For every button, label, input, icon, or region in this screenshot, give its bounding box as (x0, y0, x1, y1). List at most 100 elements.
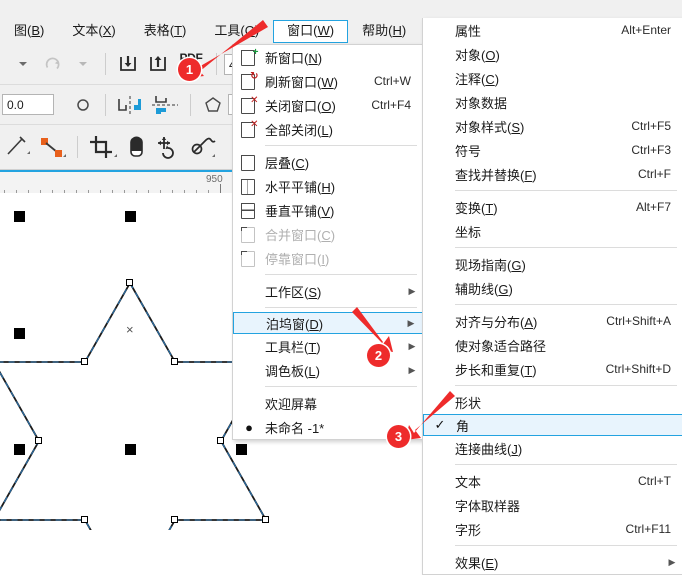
merge-window-icon (240, 226, 258, 243)
eraser-tool-icon[interactable] (121, 134, 151, 160)
submenu-arrow-icon: ▶ (407, 317, 415, 328)
refresh-window-icon: ↻ (240, 71, 259, 90)
dock-window-icon (240, 250, 258, 267)
selection-handle[interactable] (236, 444, 247, 455)
menu-divider (265, 307, 417, 308)
menubar-item-2[interactable]: 表格(T) (130, 20, 201, 43)
export-icon[interactable] (143, 51, 173, 77)
menu-divider (265, 274, 417, 275)
selection-handle[interactable] (14, 211, 25, 222)
menu-item-label: 坐标 (455, 224, 482, 240)
window-menu-item-0[interactable]: + 新窗口(N) (233, 45, 423, 69)
window-menu-item-9[interactable]: 工作区(S) ▶ (233, 279, 423, 303)
selection-handle[interactable] (14, 444, 25, 455)
menu-item-label: 关闭窗口(O) (265, 98, 336, 114)
docker-menu-item-15[interactable]: ✓ 角 (423, 414, 682, 436)
redo-icon[interactable] (38, 51, 68, 77)
menubar-item-5[interactable]: 帮助(H) (348, 20, 420, 43)
menu-item-label: 工作区(S) (265, 284, 322, 300)
menu-item-gutter (423, 114, 455, 138)
window-menu-item-1[interactable]: ↻ 刷新窗口(W) Ctrl+W (233, 69, 423, 93)
docker-menu-item-20[interactable]: 效果(E) ▶ (423, 550, 682, 574)
center-marker: × (126, 322, 134, 337)
docker-menu-item-7[interactable]: 变换(T) Alt+F7 (423, 195, 682, 219)
angle-input[interactable]: 0.0 (2, 94, 54, 115)
path-node[interactable] (262, 516, 269, 523)
menubar-item-4[interactable]: 窗口(W) (273, 19, 349, 43)
docker-menu-item-8[interactable]: 坐标 (423, 219, 682, 243)
import-icon[interactable] (113, 51, 143, 77)
menubar-item-3[interactable]: 工具(O) (200, 20, 273, 43)
polygon-icon[interactable] (198, 92, 228, 118)
path-node[interactable] (35, 437, 42, 444)
freehand-tool-icon[interactable] (2, 134, 34, 160)
menu-item-label: 变换(T) (455, 200, 498, 216)
window-menu-item-5[interactable]: 水平平铺(H) (233, 174, 423, 198)
path-node[interactable] (126, 279, 133, 286)
window-menu-item-6[interactable]: 垂直平铺(V) (233, 198, 423, 222)
menu-item-label: 对象(O) (455, 47, 500, 63)
docker-menu-item-2[interactable]: 注释(C) (423, 66, 682, 90)
docker-menu-item-4[interactable]: 对象样式(S) Ctrl+F5 (423, 114, 682, 138)
toolbar2-separator-2 (190, 93, 191, 116)
menu-item-gutter: ✕ (233, 117, 265, 141)
menu-item-label: 角 (456, 418, 470, 434)
docker-menu-item-18[interactable]: 字体取样器 (423, 493, 682, 517)
docker-menu-item-1[interactable]: 对象(O) (423, 42, 682, 66)
docker-menu-item-16[interactable]: 连接曲线(J) (423, 436, 682, 460)
menu-divider (455, 545, 677, 546)
menu-item-gutter (423, 550, 455, 574)
dropdown-caret-icon[interactable] (8, 51, 38, 77)
menu-item-label: 全部关闭(L) (265, 122, 333, 138)
path-node[interactable] (171, 516, 178, 523)
docker-menu-item-17[interactable]: 文本 Ctrl+T (423, 469, 682, 493)
path-node[interactable] (81, 358, 88, 365)
path-node[interactable] (217, 437, 224, 444)
path-node[interactable] (171, 358, 178, 365)
menu-item-gutter (233, 198, 265, 222)
tools-separator (77, 136, 78, 158)
menu-item-label: 形状 (455, 395, 482, 411)
menubar-item-1[interactable]: 文本(X) (58, 20, 129, 43)
docker-menu-item-19[interactable]: 字形 Ctrl+F11 (423, 517, 682, 541)
window-menu-item-11[interactable]: 工具栏(T) ▶ (233, 334, 423, 358)
docker-submenu[interactable]: 属性 Alt+Enter 对象(O) 注释(C) 对象数据 对象样式(S) Ctrl+F5 符… (422, 18, 682, 575)
menu-divider (455, 464, 677, 465)
menu-item-shortcut: Ctrl+F3 (631, 143, 671, 157)
menu-item-label: 字体取样器 (455, 498, 521, 514)
docker-menu-item-10[interactable]: 辅助线(G) (423, 276, 682, 300)
menubar-item-0[interactable]: 图(B) (0, 20, 58, 43)
window-menu-item-13[interactable]: 欢迎屏幕 (233, 391, 423, 415)
menu-item-gutter (423, 219, 455, 243)
selection-handle[interactable] (14, 328, 25, 339)
mirror-horizontal-icon[interactable] (113, 92, 147, 118)
redo-caret-icon[interactable] (68, 51, 98, 77)
docker-menu-item-9[interactable]: 现场指南(G) (423, 252, 682, 276)
docker-menu-item-13[interactable]: 步长和重复(T) Ctrl+Shift+D (423, 357, 682, 381)
window-menu-item-4[interactable]: 层叠(C) (233, 150, 423, 174)
window-menu-dropdown[interactable]: + 新窗口(N) ↻ 刷新窗口(W) Ctrl+W ✕ 关闭窗口(O) Ctrl+F4 ✕ 全部关… (232, 44, 424, 440)
transform-tool-icon[interactable] (151, 134, 185, 160)
docker-menu-item-0[interactable]: 属性 Alt+Enter (423, 18, 682, 42)
mirror-vertical-icon[interactable] (147, 92, 183, 118)
bezier-tool-icon[interactable] (34, 134, 70, 160)
menu-item-label: 步长和重复(T) (455, 362, 537, 378)
docker-menu-item-6[interactable]: 查找并替换(F) Ctrl+F (423, 162, 682, 186)
window-menu-item-12[interactable]: 调色板(L) ▶ (233, 358, 423, 382)
window-menu-item-10[interactable]: 泊坞窗(D) ▶ (233, 312, 423, 334)
crop-tool-icon[interactable] (85, 134, 121, 160)
path-node[interactable] (81, 516, 88, 523)
menu-divider (265, 386, 417, 387)
docker-menu-item-5[interactable]: 符号 Ctrl+F3 (423, 138, 682, 162)
docker-menu-item-12[interactable]: 使对象适合路径 (423, 333, 682, 357)
selection-handle[interactable] (125, 444, 136, 455)
menu-item-gutter (423, 42, 455, 66)
window-menu-item-3[interactable]: ✕ 全部关闭(L) (233, 117, 423, 141)
docker-menu-item-11[interactable]: 对齐与分布(A) Ctrl+Shift+A (423, 309, 682, 333)
circle-icon[interactable] (68, 92, 98, 118)
smear-tool-icon[interactable] (185, 134, 219, 160)
window-menu-item-2[interactable]: ✕ 关闭窗口(O) Ctrl+F4 (233, 93, 423, 117)
docker-menu-item-3[interactable]: 对象数据 (423, 90, 682, 114)
selection-handle[interactable] (125, 211, 136, 222)
docker-menu-item-14[interactable]: 形状 (423, 390, 682, 414)
